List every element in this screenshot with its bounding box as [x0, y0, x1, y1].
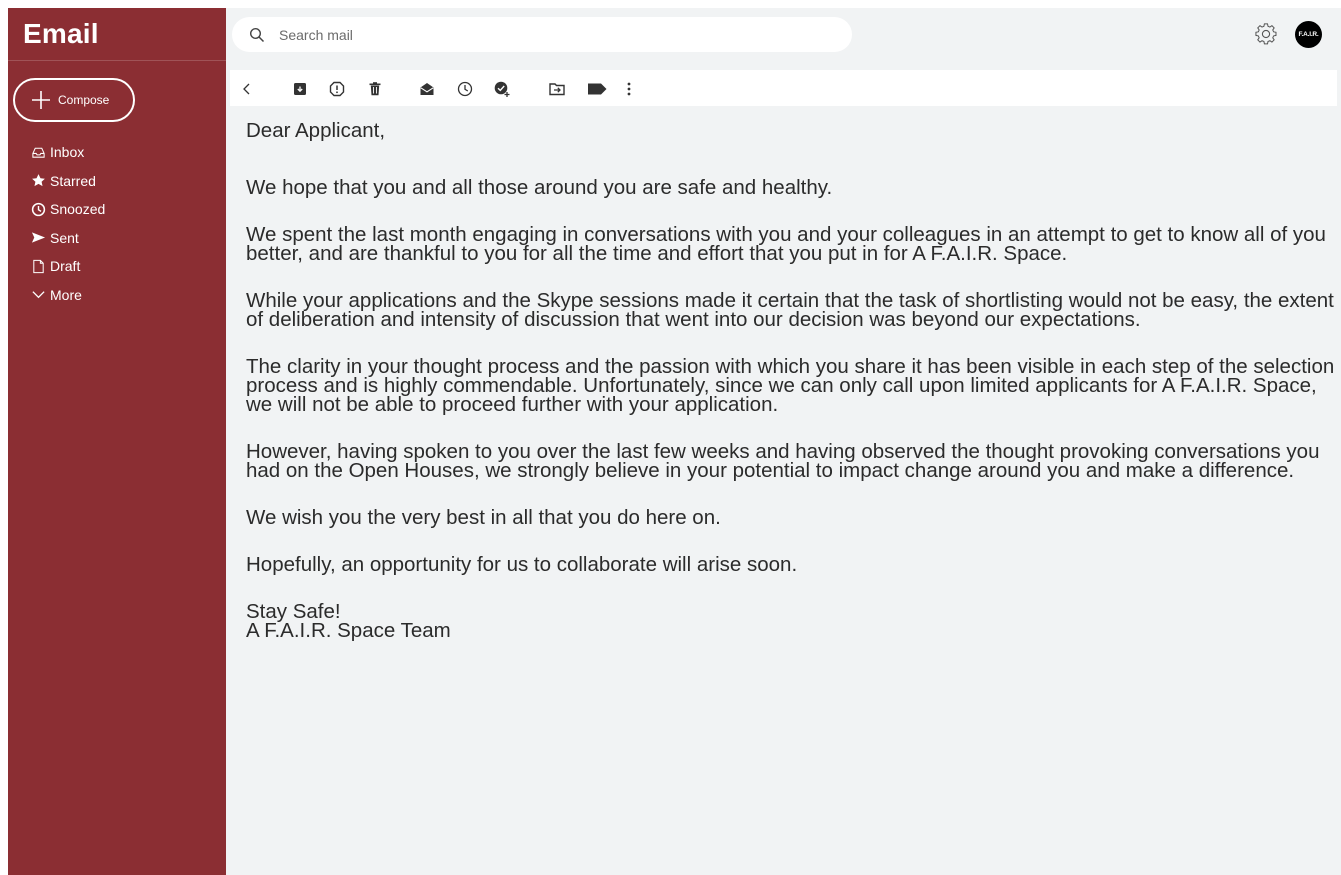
search-input[interactable] — [277, 25, 781, 44]
message-paragraph: We hope that you and all those around yo… — [246, 176, 833, 199]
chevron-down-icon — [31, 287, 46, 302]
sidebar-item-inbox[interactable]: Inbox — [31, 138, 105, 167]
sidebar-item-label: Sent — [50, 229, 79, 246]
sidebar-item-label: Draft — [50, 258, 81, 275]
message-paragraph: Hopefully, an opportunity for us to coll… — [246, 553, 798, 576]
sidebar-item-snoozed[interactable]: Snoozed — [31, 195, 105, 224]
top-bar: F.A.I.R. — [226, 8, 1341, 68]
message-greeting: Dear Applicant, — [246, 119, 386, 142]
sidebar-item-draft[interactable]: Draft — [31, 252, 105, 281]
sidebar-item-label: Starred — [50, 172, 96, 189]
message-paragraph: We spent the last month engaging in conv… — [246, 223, 1326, 265]
more-vertical-icon[interactable] — [620, 80, 638, 98]
clock-icon — [31, 202, 46, 217]
report-spam-icon[interactable] — [328, 80, 346, 98]
app-title: Email — [23, 18, 99, 49]
sidebar-nav: Inbox Starred Snoozed Sent Draft More — [31, 138, 105, 309]
message-body: Dear Applicant, We hope that you and all… — [246, 119, 1336, 668]
delete-icon[interactable] — [366, 80, 384, 98]
compose-label: Compose — [58, 93, 110, 107]
snooze-icon[interactable] — [456, 80, 474, 98]
sidebar-item-more[interactable]: More — [31, 281, 105, 310]
gear-icon[interactable] — [1254, 22, 1278, 46]
inbox-icon — [31, 145, 46, 160]
archive-icon[interactable] — [291, 80, 309, 98]
sidebar-item-starred[interactable]: Starred — [31, 167, 105, 196]
mark-unread-icon[interactable] — [418, 80, 436, 98]
message-paragraph: However, having spoken to you over the l… — [246, 440, 1320, 482]
sidebar-item-label: Snoozed — [50, 201, 106, 218]
back-icon[interactable] — [238, 80, 256, 98]
search-bar[interactable] — [232, 17, 852, 52]
sidebar-item-label: Inbox — [50, 144, 85, 161]
draft-icon — [31, 259, 46, 274]
message-paragraph: While your applications and the Skype se… — [246, 289, 1334, 331]
send-icon — [31, 230, 46, 245]
sidebar: Email Compose Inbox Starred Snoozed Sent… — [8, 8, 226, 875]
sidebar-item-label: More — [50, 286, 82, 303]
avatar[interactable]: F.A.I.R. — [1295, 21, 1322, 48]
divider — [8, 60, 226, 61]
star-icon — [31, 173, 46, 188]
email-app: Email Compose Inbox Starred Snoozed Sent… — [8, 8, 1341, 875]
add-task-icon[interactable] — [493, 80, 511, 98]
compose-button[interactable]: Compose — [13, 78, 135, 122]
search-icon[interactable] — [249, 27, 265, 43]
move-to-icon[interactable] — [548, 80, 566, 98]
message-paragraph: We wish you the very best in all that yo… — [246, 506, 721, 529]
message-toolbar — [230, 70, 1337, 106]
label-icon[interactable] — [586, 80, 608, 98]
message-paragraph: The clarity in your thought process and … — [246, 355, 1335, 416]
plus-icon — [32, 91, 50, 109]
sidebar-item-sent[interactable]: Sent — [31, 224, 105, 253]
avatar-text: F.A.I.R. — [1298, 31, 1319, 38]
message-signature: A F.A.I.R. Space Team — [246, 619, 451, 642]
